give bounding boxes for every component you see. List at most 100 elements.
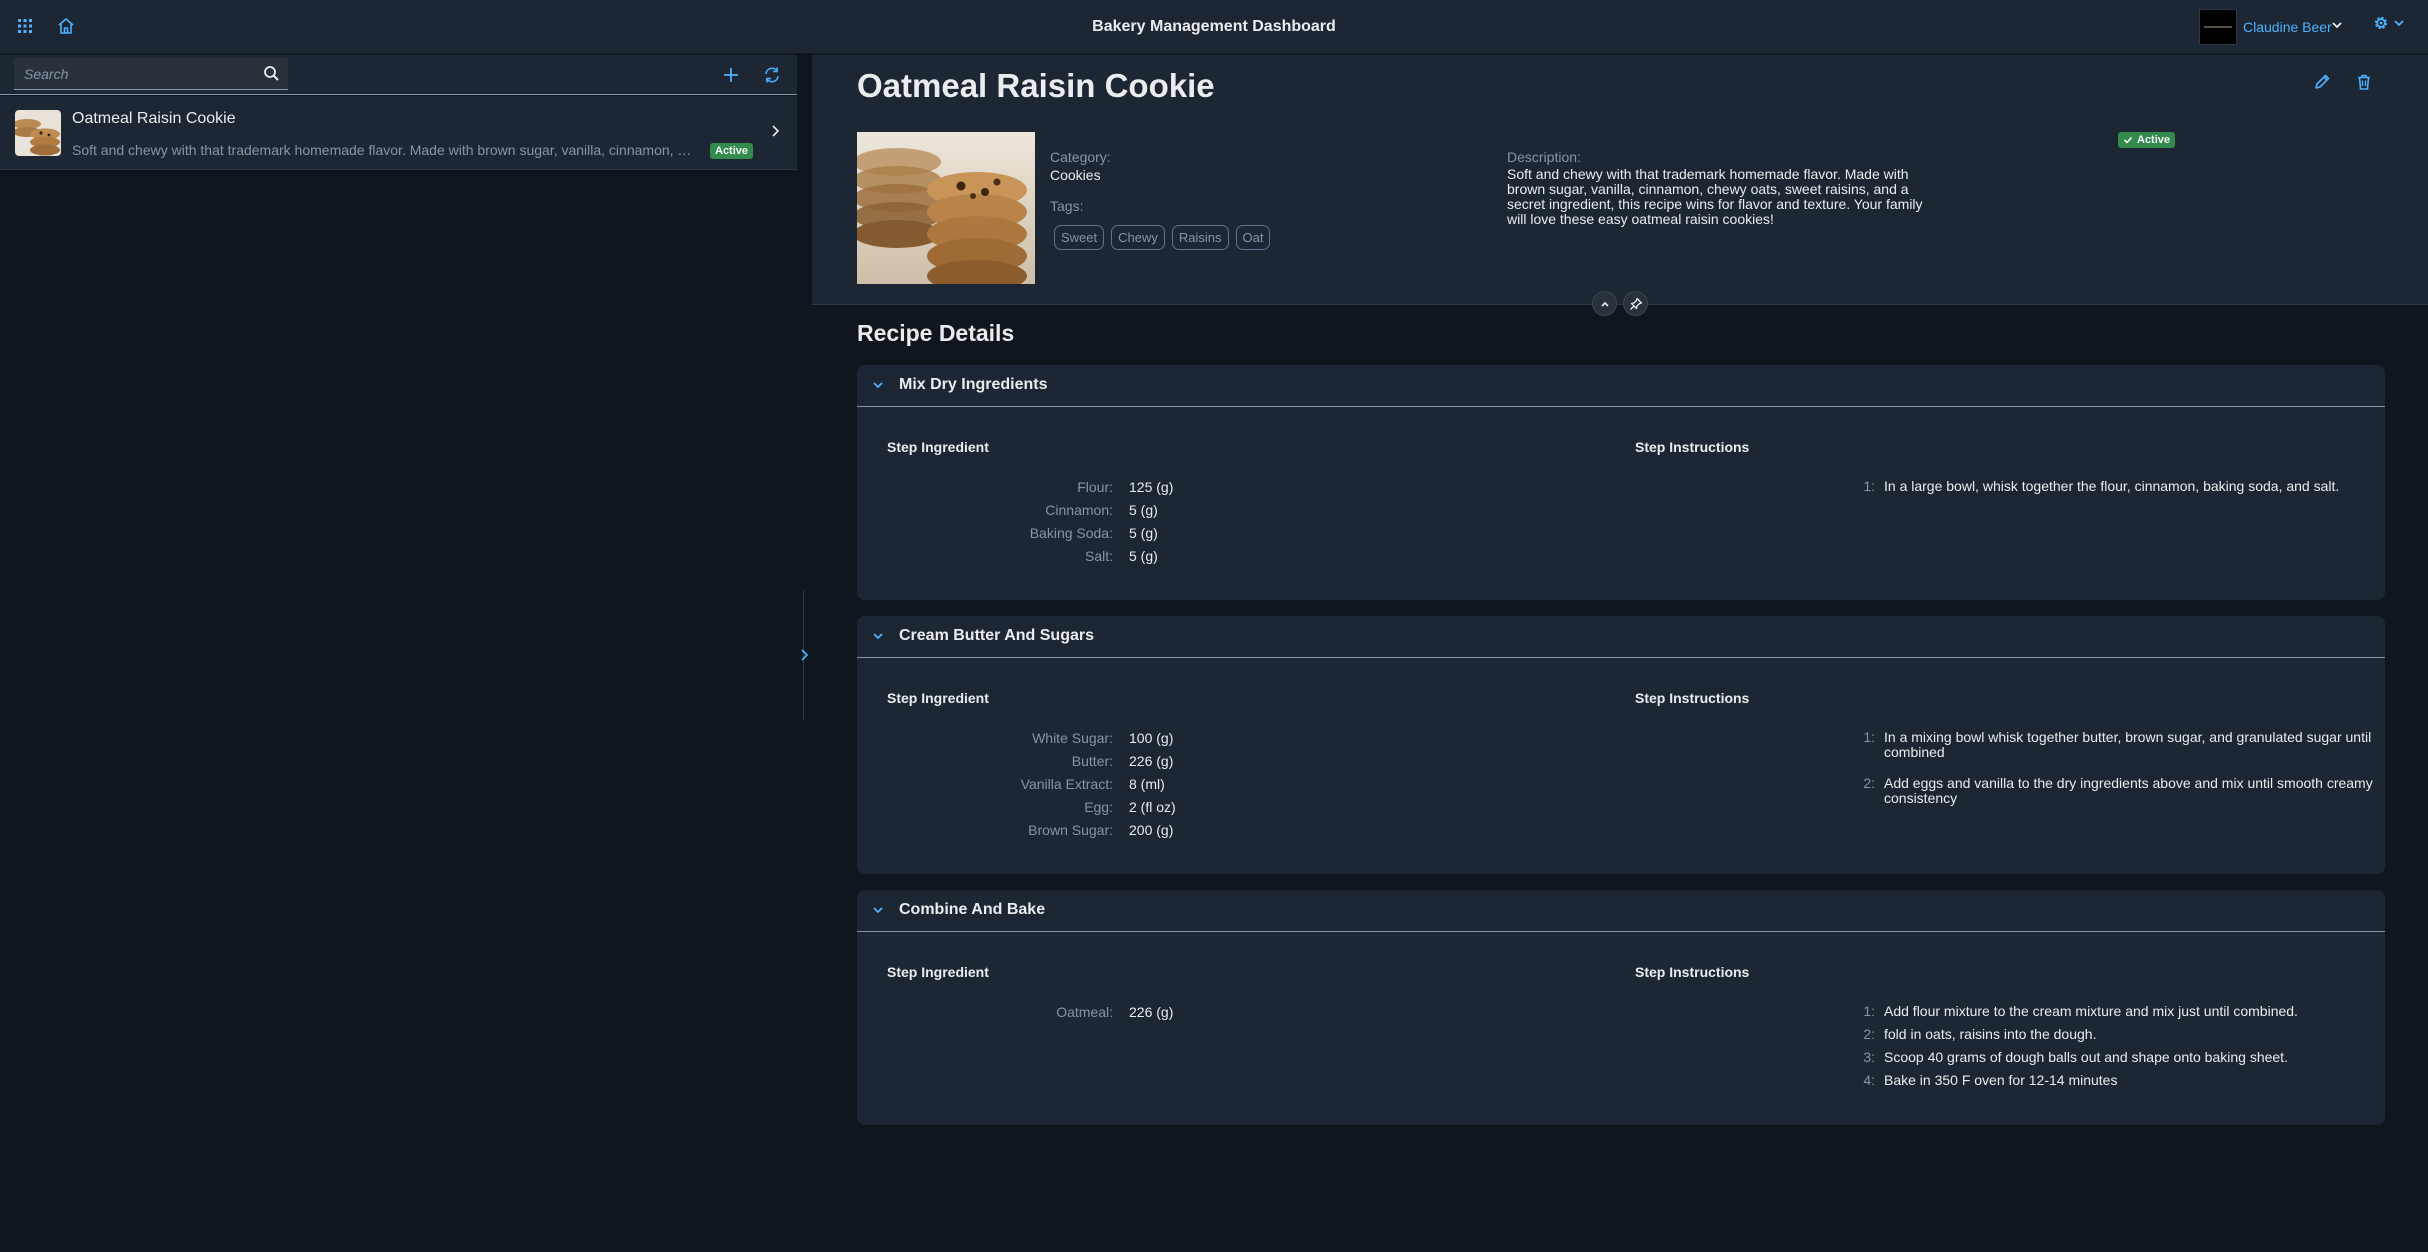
- panel-title: Combine And Bake: [899, 901, 1046, 918]
- instruction-text: Bake in 350 F oven for 12-14 minutes: [1884, 1072, 2118, 1088]
- app-title: Bakery Management Dashboard: [1092, 18, 1336, 35]
- refresh-icon[interactable]: [761, 64, 783, 86]
- chevron-down-icon[interactable]: [871, 629, 885, 648]
- status-text: Active: [2137, 134, 2171, 146]
- user-name[interactable]: Claudine Beer: [2243, 19, 2332, 35]
- edit-icon[interactable]: [2308, 68, 2336, 96]
- object-header: Oatmeal Raisin Cookie Category: Cookies …: [812, 55, 2428, 316]
- ingredient-label: Butter:: [1071, 753, 1113, 769]
- instruction-number: 1:: [1863, 729, 1875, 745]
- avatar[interactable]: [2199, 9, 2237, 45]
- instruction-number: 1:: [1863, 1003, 1875, 1019]
- instructions-header: Step Instructions: [1635, 964, 1750, 980]
- ingredient-label: Salt:: [1084, 548, 1113, 564]
- ingredient-row: Brown Sugar: 200 (g): [857, 822, 1657, 842]
- ingredient-label: Flour:: [1077, 479, 1113, 495]
- add-icon[interactable]: [720, 64, 742, 86]
- ingredient-label: Cinnamon:: [1045, 502, 1113, 518]
- list-item[interactable]: Oatmeal Raisin Cookie Soft and chewy wit…: [0, 96, 797, 170]
- category-label: Category:: [1050, 149, 1111, 165]
- ingredient-label: Oatmeal:: [1056, 1004, 1113, 1020]
- chevron-right-icon[interactable]: [797, 645, 811, 665]
- list-toolbar: [0, 55, 797, 95]
- ingredient-header: Step Ingredient: [887, 964, 989, 980]
- instruction-text: Add eggs and vanilla to the dry ingredie…: [1884, 775, 2373, 806]
- status-badge: Active: [710, 143, 754, 159]
- instruction-text: In a mixing bowl whisk together butter, …: [1884, 729, 2372, 760]
- search-input[interactable]: [24, 64, 254, 84]
- page-title: Oatmeal Raisin Cookie: [857, 67, 1215, 104]
- step-panel: Combine And Bake Step Ingredient Step In…: [857, 890, 2385, 1125]
- ingredient-value: 5 (g): [1129, 525, 1158, 541]
- pin-header-button[interactable]: [1623, 291, 1648, 316]
- instruction-number: 2:: [1863, 1026, 1875, 1042]
- ingredient-value: 200 (g): [1129, 822, 1174, 838]
- panel-title: Cream Butter And Sugars: [899, 627, 1094, 644]
- detail-pane: Oatmeal Raisin Cookie Category: Cookies …: [812, 55, 2428, 1252]
- header-controls: [1592, 291, 1648, 316]
- delete-icon[interactable]: [2350, 68, 2378, 96]
- instruction-number: 1:: [1863, 478, 1875, 494]
- ingredient-header: Step Ingredient: [887, 439, 989, 455]
- status-badge: Active: [2118, 132, 2176, 148]
- ingredient-value: 226 (g): [1129, 753, 1174, 769]
- step-panel: Mix Dry Ingredients Step Ingredient Step…: [857, 365, 2385, 600]
- instruction-text: In a large bowl, whisk together the flou…: [1884, 478, 2340, 494]
- ingredient-label: Baking Soda:: [1029, 525, 1113, 541]
- search-icon[interactable]: [263, 65, 280, 87]
- grid-menu-icon[interactable]: [12, 13, 38, 39]
- ingredient-row: Egg: 2 (fl oz): [857, 799, 1657, 819]
- ingredient-value: 226 (g): [1129, 1004, 1174, 1020]
- panel-header[interactable]: Combine And Bake: [857, 890, 2385, 932]
- ingredient-row: Salt: 5 (g): [857, 548, 1657, 568]
- chevron-down-icon[interactable]: [871, 903, 885, 922]
- collapse-header-button[interactable]: [1592, 291, 1617, 316]
- step-panel: Cream Butter And Sugars Step Ingredient …: [857, 616, 2385, 874]
- tag: Sweet: [1054, 225, 1105, 250]
- tag: Raisins: [1171, 225, 1229, 250]
- instruction-text: Scoop 40 grams of dough balls out and sh…: [1884, 1049, 2288, 1065]
- panel-title: Mix Dry Ingredients: [899, 376, 1048, 393]
- ingredient-value: 100 (g): [1129, 730, 1174, 746]
- tag-list: Sweet Chewy Raisins Oat: [1054, 225, 1271, 250]
- ingredient-value: 8 (ml): [1129, 776, 1165, 792]
- ingredient-header: Step Ingredient: [887, 690, 989, 706]
- search-field[interactable]: [14, 58, 288, 90]
- ingredient-row: Flour: 125 (g): [857, 479, 1657, 499]
- settings-icon: [2374, 16, 2388, 30]
- ingredient-row: White Sugar: 100 (g): [857, 730, 1657, 750]
- ingredient-row: Oatmeal: 226 (g): [857, 1004, 1657, 1024]
- ingredient-row: Butter: 226 (g): [857, 753, 1657, 773]
- chevron-down-icon[interactable]: [871, 378, 885, 397]
- ingredient-label: Vanilla Extract:: [1020, 776, 1113, 792]
- ingredient-label: Brown Sugar:: [1028, 822, 1113, 838]
- ingredient-row: Vanilla Extract: 8 (ml): [857, 776, 1657, 796]
- instructions-header: Step Instructions: [1635, 439, 1750, 455]
- panel-header[interactable]: Cream Butter And Sugars: [857, 616, 2385, 658]
- master-list-pane: Oatmeal Raisin Cookie Soft and chewy wit…: [0, 55, 797, 1252]
- category-value: Cookies: [1050, 167, 1101, 183]
- ingredient-value: 125 (g): [1129, 479, 1174, 495]
- checkmark-icon: [2123, 136, 2133, 144]
- ingredient-row: Cinnamon: 5 (g): [857, 502, 1657, 522]
- chevron-right-icon[interactable]: [770, 124, 780, 143]
- list-item-description: Soft and chewy with that trademark homem…: [72, 142, 694, 158]
- instruction-text: Add flour mixture to the cream mixture a…: [1884, 1003, 2298, 1019]
- list-item-title: Oatmeal Raisin Cookie: [72, 110, 236, 127]
- pin-icon: [1629, 297, 1642, 310]
- ingredient-value: 2 (fl oz): [1129, 799, 1176, 815]
- instructions-header: Step Instructions: [1635, 690, 1750, 706]
- chevron-down-icon[interactable]: [2331, 18, 2343, 36]
- ingredient-row: Baking Soda: 5 (g): [857, 525, 1657, 545]
- tags-label: Tags:: [1050, 198, 1084, 214]
- description-label: Description:: [1507, 149, 1581, 165]
- instruction-number: 2:: [1863, 775, 1875, 791]
- instruction-number: 3:: [1863, 1049, 1875, 1065]
- panel-header[interactable]: Mix Dry Ingredients: [857, 365, 2385, 407]
- home-icon[interactable]: [53, 13, 79, 39]
- instruction-number: 4:: [1863, 1072, 1875, 1088]
- settings-button[interactable]: [2372, 14, 2405, 32]
- ingredient-label: White Sugar:: [1032, 730, 1113, 746]
- ingredient-value: 5 (g): [1129, 502, 1158, 518]
- tag: Chewy: [1111, 225, 1165, 250]
